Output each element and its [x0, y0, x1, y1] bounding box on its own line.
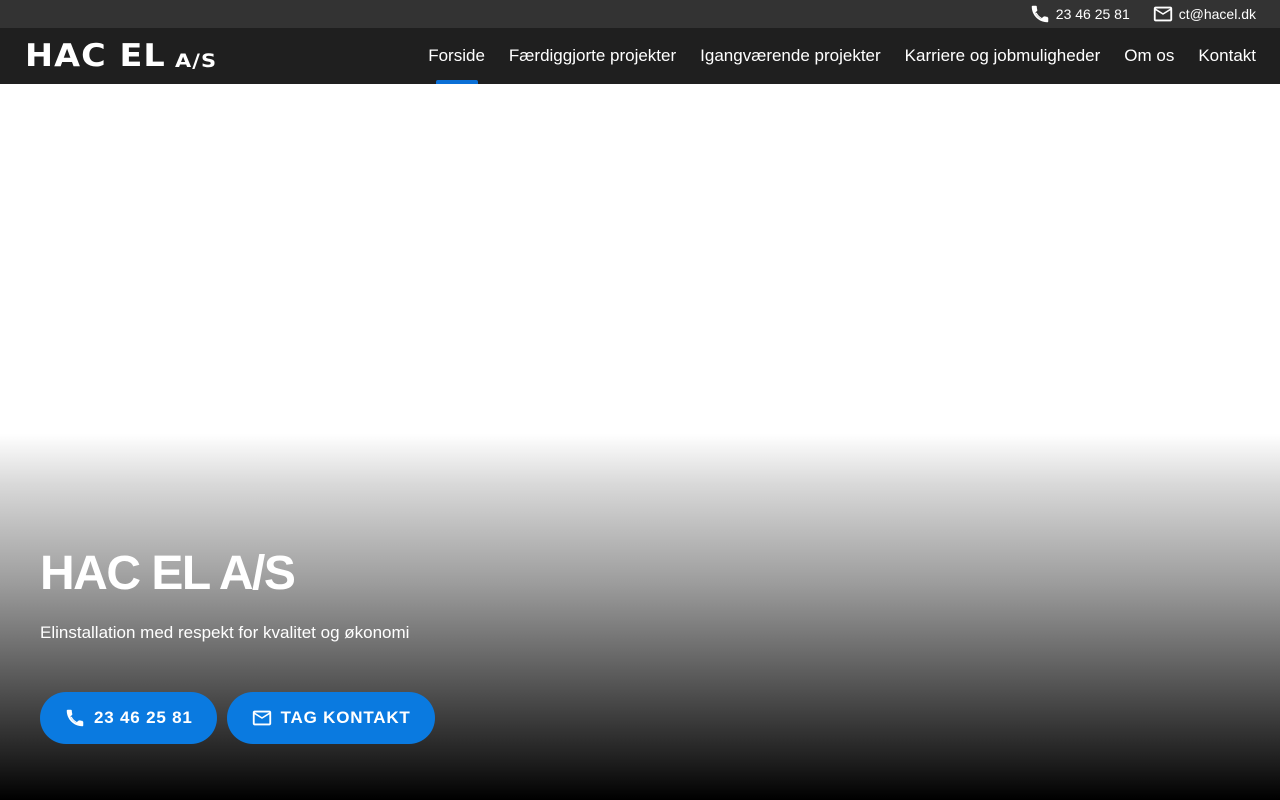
nav-item-forside[interactable]: Forside: [416, 28, 497, 84]
nav-item-karriere[interactable]: Karriere og jobmuligheder: [893, 28, 1113, 84]
nav-item-om-os[interactable]: Om os: [1112, 28, 1186, 84]
nav-item-igangvaerende-projekter[interactable]: Igangværende projekter: [688, 28, 893, 84]
call-button-label: 23 46 25 81: [94, 708, 193, 727]
hero-title: HAC EL A/S: [40, 547, 296, 600]
logo-suffix-text: A/S: [175, 50, 218, 72]
top-phone-link[interactable]: 23 46 25 81: [1029, 3, 1130, 25]
phone-icon: [1031, 5, 1049, 23]
top-email-text: ct@hacel.dk: [1178, 6, 1256, 22]
mail-icon: [1153, 6, 1172, 22]
hero-section: HAC EL A/S Elinstallation med respekt fo…: [0, 84, 1280, 800]
hero-buttons: 23 46 25 81 TAG KONTAKT: [40, 692, 445, 744]
top-phone-text: 23 46 25 81: [1055, 6, 1130, 22]
nav-item-faerdiggjorte-projekter[interactable]: Færdiggjorte projekter: [497, 28, 688, 84]
logo-main-text: HAC EL: [25, 38, 166, 74]
hero-subtitle: Elinstallation med respekt for kvalitet …: [40, 623, 410, 642]
contact-button[interactable]: TAG KONTAKT: [226, 692, 435, 744]
top-contact-bar: 23 46 25 81 ct@hacel.dk: [0, 0, 1280, 28]
call-button[interactable]: 23 46 25 81: [40, 692, 217, 744]
contact-button-label: TAG KONTAKT: [280, 708, 411, 727]
main-navbar: HAC EL A/S Forside Færdiggjorte projekte…: [0, 28, 1280, 84]
phone-icon: [66, 709, 84, 727]
mail-icon: [252, 710, 271, 726]
main-nav: Forside Færdiggjorte projekter Igangvære…: [416, 28, 1268, 84]
site-logo[interactable]: HAC EL A/S: [25, 38, 218, 74]
top-email-link[interactable]: ct@hacel.dk: [1152, 3, 1256, 25]
nav-item-kontakt[interactable]: Kontakt: [1186, 28, 1268, 84]
